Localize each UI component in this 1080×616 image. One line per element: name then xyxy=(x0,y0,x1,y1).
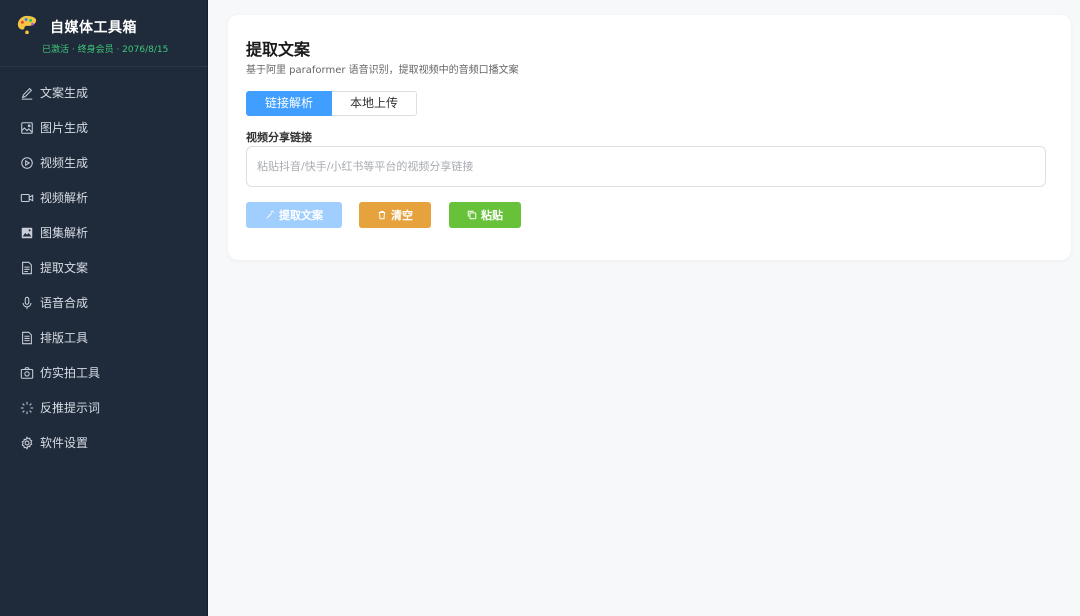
sidebar-item-label: 文案生成 xyxy=(40,86,89,100)
gallery-icon xyxy=(21,227,33,238)
source-tabs: 链接解析 本地上传 xyxy=(246,91,418,116)
paste-label: 粘贴 xyxy=(481,210,503,222)
trash-icon xyxy=(378,211,386,220)
sidebar-item-gallery-parse[interactable]: 图集解析 xyxy=(0,215,208,250)
brand-header: 自媒体工具箱 已激活 · 终身会员 · 2076/8/15 xyxy=(0,0,208,67)
microphone-icon xyxy=(22,296,32,309)
sidebar-item-video-gen[interactable]: 视频生成 xyxy=(0,145,208,180)
tab-link-parse[interactable]: 链接解析 xyxy=(246,91,333,116)
video-link-label: 视频分享链接 xyxy=(246,131,312,144)
video-link-input[interactable] xyxy=(246,146,1046,187)
sidebar-item-layout[interactable]: 排版工具 xyxy=(0,320,208,355)
sidebar-item-image-gen[interactable]: 图片生成 xyxy=(0,110,208,145)
pen-icon xyxy=(21,87,33,100)
sidebar-item-copywriting[interactable]: 文案生成 xyxy=(0,75,208,110)
paste-button[interactable]: 粘贴 xyxy=(449,202,521,228)
sidebar-item-label: 视频生成 xyxy=(40,156,89,170)
sidebar-item-extract-text[interactable]: 提取文案 xyxy=(0,250,208,285)
sidebar-item-label: 排版工具 xyxy=(40,331,89,345)
extract-card: 提取文案 基于阿里 paraformer 语音识别，提取视频中的音频口播文案 链… xyxy=(228,15,1071,260)
page-description: 基于阿里 paraformer 语音识别，提取视频中的音频口播文案 xyxy=(246,65,519,76)
page-title: 提取文案 xyxy=(246,40,311,59)
sidebar-item-real-shot[interactable]: 仿实拍工具 xyxy=(0,355,208,390)
sidebar-item-label: 图集解析 xyxy=(40,226,89,240)
layout-doc-icon xyxy=(22,331,32,344)
app-title: 自媒体工具箱 xyxy=(50,20,137,36)
clear-label: 清空 xyxy=(391,210,413,222)
sidebar-item-label: 语音合成 xyxy=(40,296,89,310)
document-icon xyxy=(22,261,32,274)
sidebar-item-tts[interactable]: 语音合成 xyxy=(0,285,208,320)
image-icon xyxy=(21,121,33,134)
sidebar-item-settings[interactable]: 软件设置 xyxy=(0,425,208,460)
sidebar-item-video-parse[interactable]: 视频解析 xyxy=(0,180,208,215)
sidebar-item-label: 提取文案 xyxy=(40,261,89,275)
sidebar-item-label: 反推提示词 xyxy=(40,401,101,415)
gear-icon xyxy=(21,435,33,450)
extract-text-button[interactable]: 提取文案 xyxy=(246,202,342,228)
sparkle-icon xyxy=(20,401,34,414)
palette-logo-icon xyxy=(17,15,37,35)
play-circle-icon xyxy=(21,156,33,169)
video-camera-icon xyxy=(20,193,34,202)
license-status: 已激活 · 终身会员 · 2076/8/15 xyxy=(42,45,169,55)
sidebar: 自媒体工具箱 已激活 · 终身会员 · 2076/8/15 文案生成 图片生成 … xyxy=(0,0,208,616)
main-content: 提取文案 基于阿里 paraformer 语音识别，提取视频中的音频口播文案 链… xyxy=(208,0,1080,616)
sidebar-item-label: 仿实拍工具 xyxy=(40,366,101,380)
clear-button[interactable]: 清空 xyxy=(359,202,431,228)
tab-local-upload[interactable]: 本地上传 xyxy=(332,91,418,116)
sidebar-item-label: 视频解析 xyxy=(40,191,89,205)
sidebar-item-label: 软件设置 xyxy=(40,436,89,450)
app-window: 自媒体工具箱 已激活 · 终身会员 · 2076/8/15 文案生成 图片生成 … xyxy=(0,0,1080,616)
extract-text-label: 提取文案 xyxy=(279,210,323,222)
sidebar-nav: 文案生成 图片生成 视频生成 视频解析 图集解析 提取文案 语音合成 排版工具 … xyxy=(0,75,208,460)
sidebar-item-label: 图片生成 xyxy=(40,121,89,135)
camera-icon xyxy=(20,366,34,379)
magic-wand-icon xyxy=(266,210,275,219)
sidebar-item-reverse-prompt[interactable]: 反推提示词 xyxy=(0,390,208,425)
copy-icon xyxy=(467,210,477,220)
